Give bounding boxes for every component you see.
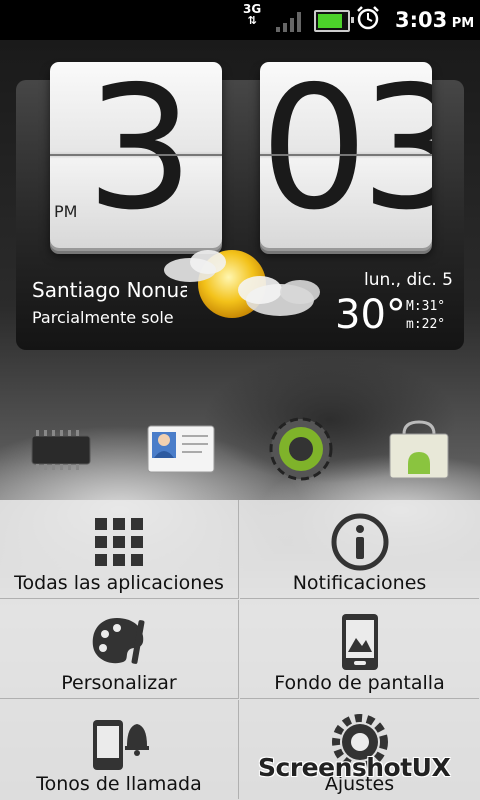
menu-item-all-apps[interactable]: Todas las aplicaciones xyxy=(0,500,239,599)
menu-item-label: Fondo de pantalla xyxy=(274,672,445,694)
widget-date: lun., dic. 5 xyxy=(364,270,453,290)
menu-item-label: Todas las aplicaciones xyxy=(14,572,224,594)
signal-icon xyxy=(276,10,306,32)
alarm-icon xyxy=(357,6,379,30)
grid-icon xyxy=(95,518,143,566)
weather-condition: Parcialmente sole xyxy=(32,308,174,327)
minute-flip-card: 03 xyxy=(260,62,432,248)
temperature-high-low: M:31° m:22° xyxy=(406,299,446,332)
watermark-text: ScreenshotUX xyxy=(258,753,451,782)
current-temperature: 30° xyxy=(335,292,406,338)
battery-icon xyxy=(314,10,354,32)
market-bag-icon[interactable] xyxy=(386,420,452,480)
chip-icon[interactable] xyxy=(28,420,94,480)
contacts-icon[interactable] xyxy=(146,420,216,480)
menu-item-personalize[interactable]: Personalizar xyxy=(0,600,239,699)
settings-gear-icon[interactable] xyxy=(266,414,336,484)
info-icon xyxy=(331,513,388,571)
menu-item-ringtones[interactable]: Tonos de llamada xyxy=(0,700,239,799)
status-time: 3:03 PM xyxy=(395,8,475,32)
phone-bell-icon xyxy=(93,720,149,770)
menu-item-wallpaper[interactable]: Fondo de pantalla xyxy=(240,600,479,699)
menu-item-label: Personalizar xyxy=(61,672,177,694)
menu-item-notifications[interactable]: Notificaciones xyxy=(240,500,479,599)
status-bar: 3G ⇅ 3:03 PM xyxy=(0,0,480,40)
phone-wallpaper-icon xyxy=(341,614,378,670)
palette-icon xyxy=(92,618,145,664)
menu-item-label: Tonos de llamada xyxy=(36,773,202,795)
menu-item-label: Notificaciones xyxy=(292,572,427,594)
hour-flip-card: 3 PM xyxy=(50,62,222,248)
menu-item-settings[interactable]: Ajustes xyxy=(240,700,479,799)
network-3g-icon: 3G ⇅ xyxy=(243,2,262,27)
partly-cloudy-icon xyxy=(164,250,320,318)
